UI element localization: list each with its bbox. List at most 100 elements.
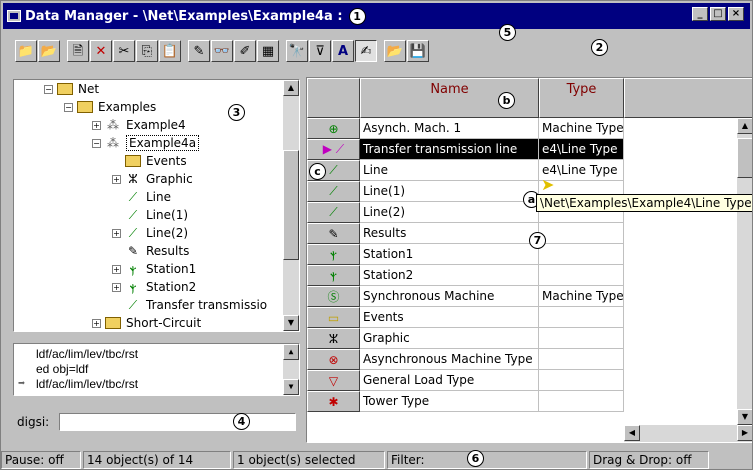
cell-type[interactable] [539, 370, 624, 391]
scroll-up-icon[interactable]: ▲ [737, 118, 752, 134]
cell-name[interactable]: Asynch. Mach. 1 [360, 118, 539, 139]
row-type-icon[interactable]: ✱ [307, 391, 360, 412]
expand-toggle[interactable]: + [112, 282, 121, 292]
tree-item-transfer[interactable]: ⟋ Transfer transmissio [125, 296, 267, 314]
cell-name[interactable]: Events [360, 307, 539, 328]
row-type-icon[interactable]: Ⓢ [307, 286, 360, 307]
cell-name[interactable]: Line(1) [360, 181, 539, 202]
copy-icon[interactable]: ⎘ [136, 40, 158, 62]
row-type-icon[interactable]: ✎ [307, 223, 360, 244]
expand-toggle[interactable]: + [92, 318, 101, 328]
row-type-icon[interactable]: ⊗ [307, 349, 360, 370]
row-type-icon[interactable]: ⲯ [307, 244, 360, 265]
new-object-icon[interactable]: 🗎 [67, 40, 89, 62]
cell-name[interactable]: Line(2) [360, 202, 539, 223]
expand-toggle[interactable]: + [112, 264, 121, 274]
scroll-up-icon[interactable]: ▲ [283, 80, 299, 96]
tree-item-events[interactable]: Events [125, 152, 187, 170]
tree-item-example4a[interactable]: − ⁂ Example4a [92, 134, 200, 152]
collapse-toggle[interactable]: − [92, 138, 101, 148]
tree-scrollbar[interactable]: ▲ ▼ [283, 80, 299, 331]
row-type-icon[interactable]: ⊕ [307, 118, 360, 139]
row-type-icon[interactable]: ▽ [307, 370, 360, 391]
folder-open-icon[interactable]: 📂 [38, 40, 60, 62]
cell-type[interactable]: Machine Type [539, 286, 624, 307]
tree-item-line1[interactable]: ⟋ Line(1) [125, 206, 188, 224]
script-icon[interactable]: ✍ [355, 40, 377, 62]
cell-type[interactable] [539, 265, 624, 286]
open-file-icon[interactable]: 📂 [384, 40, 406, 62]
cell-type[interactable] [539, 349, 624, 370]
cell-name[interactable]: Transfer transmission line [360, 139, 539, 160]
maximize-button[interactable]: □ [710, 7, 726, 21]
expand-toggle[interactable]: + [112, 228, 121, 238]
paste-icon[interactable]: 📋 [159, 40, 181, 62]
cell-type[interactable] [539, 391, 624, 412]
row-type-icon[interactable]: ▶ ⟋ [307, 139, 360, 160]
row-type-icon[interactable]: ⲯ [307, 265, 360, 286]
cell-name[interactable]: Graphic [360, 328, 539, 349]
column-header-type[interactable]: Type [539, 78, 624, 118]
expand-toggle[interactable]: + [112, 174, 121, 184]
tree-item-station1[interactable]: + ⲯ Station1 [112, 260, 196, 278]
cell-type[interactable]: Machine Type [539, 118, 624, 139]
tree-item-examples[interactable]: − Examples [64, 98, 156, 116]
scroll-down-icon[interactable]: ▼ [283, 315, 299, 331]
detail-view-icon[interactable]: 👓 [211, 40, 233, 62]
cell-name[interactable]: Line [360, 160, 539, 181]
collapse-toggle[interactable]: − [64, 102, 73, 112]
scroll-down-icon[interactable]: ▼ [737, 409, 752, 425]
edit-relevant-icon[interactable]: ✐ [234, 40, 256, 62]
tree-item-line[interactable]: ⟋ Line [125, 188, 171, 206]
cell-name[interactable]: Station2 [360, 265, 539, 286]
tree-item-short-circuit[interactable]: + Short-Circuit [92, 314, 201, 331]
cell-name[interactable]: General Load Type [360, 370, 539, 391]
row-type-icon[interactable]: ⵣ [307, 328, 360, 349]
filter-icon[interactable]: ⊽ [309, 40, 331, 62]
cell-type[interactable] [539, 328, 624, 349]
cell-name[interactable]: Station1 [360, 244, 539, 265]
cell-name[interactable]: Asynchronous Machine Type [360, 349, 539, 370]
calendar-icon[interactable]: ▦ [257, 40, 279, 62]
scroll-thumb[interactable] [283, 150, 299, 260]
tree-item-net[interactable]: − Net [44, 80, 99, 98]
scroll-right-icon[interactable]: ▶ [737, 425, 752, 441]
folder-up-icon[interactable]: 📁 [15, 40, 37, 62]
expand-toggle[interactable]: + [92, 120, 101, 130]
scroll-up-icon[interactable]: ▲ [283, 344, 299, 360]
cmd-scrollbar[interactable]: ▲ ▼ [283, 344, 299, 395]
collapse-toggle[interactable]: − [44, 84, 53, 94]
font-icon[interactable]: A [332, 40, 354, 62]
tree-item-station2[interactable]: + ⲯ Station2 [112, 278, 196, 296]
cell-type[interactable] [539, 223, 624, 244]
command-output[interactable]: ldf/ac/lim/lev/tbc/rst ed obj=ldf ➡ ldf/… [13, 343, 300, 396]
scroll-down-icon[interactable]: ▼ [283, 379, 299, 395]
close-button[interactable]: × [728, 7, 744, 21]
cell-name[interactable]: Results [360, 223, 539, 244]
grid-vscrollbar[interactable]: ▲ ▼ [737, 118, 752, 425]
cell-type[interactable]: e4\Line Type [539, 139, 624, 160]
row-type-icon[interactable]: ⟋ [307, 202, 360, 223]
object-tree[interactable]: − Net − Examples + ⁂ Example4 − ⁂ Exampl… [13, 79, 300, 332]
row-type-icon[interactable]: ⟋ [307, 181, 360, 202]
edit-icon[interactable]: ✎ [188, 40, 210, 62]
binoculars-icon[interactable]: 🔭 [286, 40, 308, 62]
cell-name[interactable]: Tower Type [360, 391, 539, 412]
digsi-input[interactable] [59, 413, 296, 431]
tree-item-example4[interactable]: + ⁂ Example4 [92, 116, 186, 134]
cell-name[interactable]: Synchronous Machine [360, 286, 539, 307]
tree-item-graphic[interactable]: + ⵣ Graphic [112, 170, 193, 188]
minimize-button[interactable]: _ [692, 7, 708, 21]
save-icon[interactable]: 💾 [407, 40, 429, 62]
tree-item-line2[interactable]: + ⟋ Line(2) [112, 224, 188, 242]
scroll-thumb[interactable] [737, 138, 752, 178]
tree-item-results[interactable]: ✎ Results [125, 242, 189, 260]
delete-icon[interactable]: ✕ [90, 40, 112, 62]
grid-hscrollbar[interactable]: ◀ ▶ [624, 425, 752, 442]
cell-type[interactable] [539, 307, 624, 328]
title-bar[interactable]: Data Manager - \Net\Examples\Example4a :… [3, 3, 750, 29]
scroll-left-icon[interactable]: ◀ [624, 425, 640, 441]
cut-icon[interactable]: ✂ [113, 40, 135, 62]
object-table[interactable]: Name Type b ⊕ Asynch. Mach. 1 Machine Type… [306, 77, 752, 443]
row-type-icon[interactable]: ▭ [307, 307, 360, 328]
